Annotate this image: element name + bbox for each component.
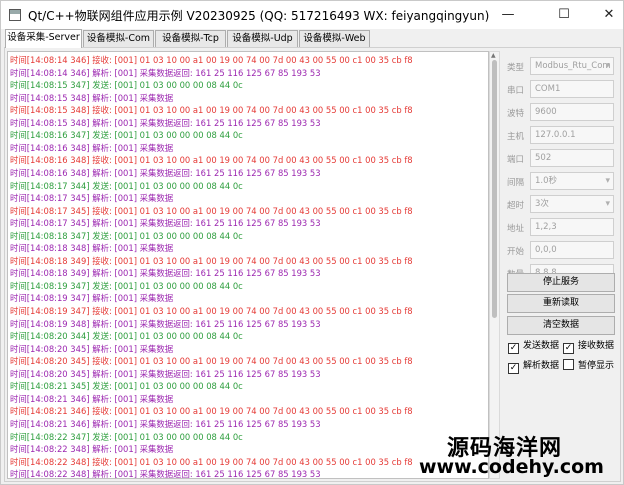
log-line: 时间[14:08:15 347] 发送: [001] 01 03 00 00 0… (10, 80, 243, 91)
log-line: 时间[14:08:22 348] 解析: [001] 采集数据 (10, 444, 174, 455)
parse-data-label: 解析数据 (523, 361, 560, 371)
tab-sim-com[interactable]: 设备模拟-Com (83, 30, 154, 47)
title-bar[interactable]: Qt/C++物联网组件应用示例 V20230925 (QQ: 517216493… (1, 1, 623, 29)
tab-sim-udp[interactable]: 设备模拟-Udp (227, 30, 298, 47)
tab-sim-web[interactable]: 设备模拟-Web (299, 30, 370, 47)
tab-server[interactable]: 设备采集-Server (5, 29, 82, 48)
log-line: 时间[14:08:20 345] 解析: [001] 采集数据 (10, 343, 174, 354)
port-label: 串口 (507, 86, 525, 96)
log-line: 时间[14:08:19 347] 接收: [001] 01 03 10 00 a… (10, 306, 413, 316)
log-line: 时间[14:08:21 345] 发送: [001] 01 03 00 00 0… (10, 381, 243, 392)
log-line: 时间[14:08:20 345] 解析: [001] 采集数据返回: 161 2… (10, 368, 321, 379)
log-line: 时间[14:08:20 345] 接收: [001] 01 03 10 00 a… (10, 356, 413, 367)
log-scrollbar[interactable]: ▲ (489, 51, 500, 479)
checkbox-box[interactable]: ✓ (508, 343, 519, 354)
reload-button[interactable]: 重新读取 (507, 294, 615, 313)
log-view[interactable]: 时间[14:08:14 346] 接收: [001] 01 03 10 00 a… (7, 51, 489, 479)
log-line: 时间[14:08:21 346] 接收: [001] 01 03 10 00 a… (10, 406, 413, 417)
log-line: 时间[14:08:22 347] 发送: [001] 01 03 00 00 0… (10, 431, 243, 442)
recv-data-checkbox[interactable]: ✓ 接收数据 (563, 339, 615, 354)
baud-label: 波特 (507, 109, 525, 119)
log-line: 时间[14:08:14 346] 接收: [001] 01 03 10 00 a… (10, 55, 413, 65)
send-data-checkbox[interactable]: ✓ 发送数据 (508, 339, 560, 354)
log-line: 时间[14:08:16 348] 接收: [001] 01 03 10 00 a… (10, 155, 413, 166)
host-field[interactable]: 127.0.0.1 (530, 126, 614, 144)
log-line: 时间[14:08:19 348] 解析: [001] 采集数据返回: 161 2… (10, 318, 321, 329)
timeout-label: 超时 (507, 201, 525, 211)
app-window: Qt/C++物联网组件应用示例 V20230925 (QQ: 517216493… (0, 0, 624, 485)
address-label: 地址 (507, 224, 525, 234)
log-line: 时间[14:08:21 346] 解析: [001] 采集数据 (10, 393, 174, 404)
log-line: 时间[14:08:19 347] 解析: [001] 采集数据 (10, 293, 174, 304)
close-button[interactable]: ✕ (586, 1, 624, 29)
interval-select[interactable]: 1.0秒 (530, 172, 614, 190)
baud-field[interactable]: 9600 (530, 103, 614, 121)
log-line: 时间[14:08:22 348] 接收: [001] 01 03 10 00 a… (10, 456, 413, 467)
log-line: 时间[14:08:17 344] 发送: [001] 01 03 00 00 0… (10, 180, 243, 191)
settings-panel: 类型 Modbus_Rtu_Com 串口 COM1 波特 9600 主机 127… (501, 51, 619, 411)
checkbox-box[interactable]: ✓ (563, 343, 574, 354)
scroll-thumb[interactable] (492, 60, 497, 318)
tab-sim-tcp[interactable]: 设备模拟-Tcp (155, 30, 226, 47)
log-line: 时间[14:08:18 347] 发送: [001] 01 03 00 00 0… (10, 230, 243, 241)
log-line: 时间[14:08:17 345] 解析: [001] 采集数据返回: 161 2… (10, 218, 321, 229)
log-line: 时间[14:08:17 345] 解析: [001] 采集数据 (10, 193, 174, 204)
net-port-label: 端口 (507, 155, 525, 165)
log-line: 时间[14:08:18 349] 解析: [001] 采集数据返回: 161 2… (10, 268, 321, 279)
net-port-field[interactable]: 502 (530, 149, 614, 167)
minimize-button[interactable]: — (485, 1, 531, 29)
watermark-url: www.codehy.com (419, 456, 604, 478)
log-line: 时间[14:08:15 348] 接收: [001] 01 03 10 00 a… (10, 105, 413, 116)
send-data-label: 发送数据 (523, 341, 560, 351)
timeout-select[interactable]: 3次 (530, 195, 614, 213)
type-label: 类型 (507, 63, 525, 73)
log-line: 时间[14:08:15 348] 解析: [001] 采集数据返回: 161 2… (10, 117, 321, 128)
address-field[interactable]: 1,2,3 (530, 218, 614, 236)
log-line: 时间[14:08:14 346] 解析: [001] 采集数据返回: 161 2… (10, 67, 321, 78)
pause-display-checkbox[interactable]: 暂停显示 (563, 359, 614, 373)
log-line: 时间[14:08:20 344] 发送: [001] 01 03 00 00 0… (10, 331, 243, 342)
host-label: 主机 (507, 132, 525, 142)
log-line: 时间[14:08:17 345] 接收: [001] 01 03 10 00 a… (10, 205, 413, 216)
com-port-field[interactable]: COM1 (530, 80, 614, 98)
log-line: 时间[14:08:15 348] 解析: [001] 采集数据 (10, 92, 174, 103)
recv-data-label: 接收数据 (578, 341, 615, 351)
interval-label: 间隔 (507, 178, 525, 188)
window-title: Qt/C++物联网组件应用示例 V20230925 (QQ: 517216493… (28, 9, 490, 23)
log-line: 时间[14:08:19 347] 发送: [001] 01 03 00 00 0… (10, 280, 243, 291)
log-line: 时间[14:08:21 346] 解析: [001] 采集数据返回: 161 2… (10, 418, 321, 429)
maximize-button[interactable]: ☐ (541, 1, 587, 29)
log-line: 时间[14:08:16 348] 解析: [001] 采集数据返回: 161 2… (10, 167, 321, 178)
stop-service-button[interactable]: 停止服务 (507, 273, 615, 292)
log-line: 时间[14:08:16 347] 发送: [001] 01 03 00 00 0… (10, 130, 243, 141)
parse-data-checkbox[interactable]: ✓ 解析数据 (508, 359, 560, 374)
start-field[interactable]: 0,0,0 (530, 241, 614, 259)
log-line: 时间[14:08:16 348] 解析: [001] 采集数据 (10, 142, 174, 153)
app-icon (9, 9, 21, 21)
pause-display-label: 暂停显示 (578, 361, 615, 371)
tab-bar: 设备采集-Server 设备模拟-Com 设备模拟-Tcp 设备模拟-Udp 设… (3, 29, 623, 48)
scroll-up-icon[interactable]: ▲ (491, 52, 496, 59)
start-label: 开始 (507, 247, 525, 257)
log-line: 时间[14:08:18 349] 接收: [001] 01 03 10 00 a… (10, 255, 413, 266)
clear-data-button[interactable]: 清空数据 (507, 316, 615, 335)
type-select[interactable]: Modbus_Rtu_Com (530, 57, 614, 75)
log-line: 时间[14:08:18 348] 解析: [001] 采集数据 (10, 243, 174, 254)
log-line: 时间[14:08:22 348] 解析: [001] 采集数据返回: 161 2… (10, 469, 321, 479)
checkbox-box[interactable]: ✓ (508, 363, 519, 374)
checkbox-box[interactable] (563, 359, 574, 370)
